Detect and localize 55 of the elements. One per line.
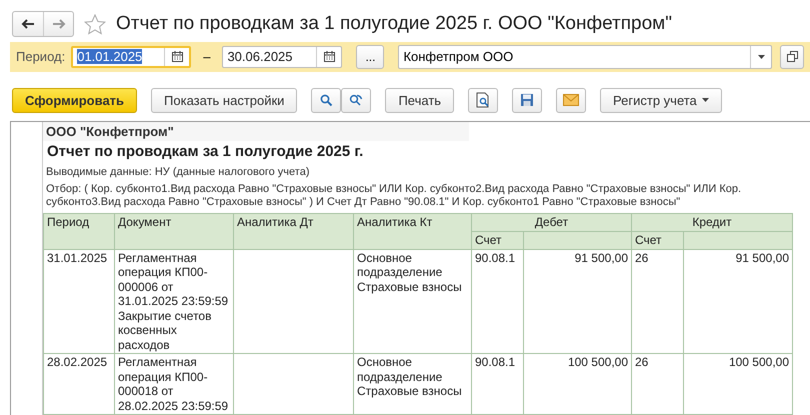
report-title: Отчет по проводкам за 1 полугодие 2025 г. — [46, 142, 364, 162]
star-icon[interactable] — [84, 14, 106, 34]
table-cell: 100 500,00 — [524, 354, 632, 414]
caret-icon — [702, 98, 709, 102]
search-refresh-icon — [349, 93, 364, 107]
column-group-header: Кредит — [632, 213, 792, 231]
right-arrow-icon — [52, 19, 66, 29]
table-cell: Основное подразделение Страховые взносы — [354, 249, 472, 354]
table-cell: 90.08.1 — [472, 249, 524, 354]
toolbar-button[interactable]: Показать настройки — [151, 88, 298, 112]
organization-heading: ООО "Конфетпром" — [43, 122, 469, 140]
calendar-icon — [172, 51, 183, 62]
window-title: Отчет по проводкам за 1 полугодие 2025 г. ООО "Конфетпром" — [116, 13, 672, 35]
date-field[interactable]: 01.01.2025 — [71, 46, 192, 68]
period-label: Период: — [16, 49, 66, 64]
column-group-header: Дебет — [472, 213, 632, 231]
table-cell: Основное подразделение Страховые взносы — [354, 354, 472, 414]
date-field[interactable]: 30.06.2025 — [222, 46, 342, 68]
column-header: Период — [44, 213, 114, 249]
left-arrow-icon — [21, 19, 35, 29]
column-header: Счет — [632, 231, 684, 249]
table-cell: 26 — [632, 249, 684, 354]
table-cell: 91 500,00 — [524, 249, 632, 354]
envelope-icon — [563, 94, 580, 106]
search-button[interactable] — [311, 88, 342, 112]
column-header: Счет — [472, 231, 524, 249]
calendar-icon — [324, 51, 335, 62]
dash-text: – — [202, 49, 212, 64]
output-data-text: Выводимые данные: НУ (данные налогового учета) — [45, 164, 310, 178]
generate-button[interactable]: Сформировать — [12, 88, 138, 112]
table-cell: Регламентная операция КП00-000006 от 31.01.2025 23:59:59 Закрытие счетов косвенных расходов — [114, 249, 234, 354]
table-cell: 28.02.2025 — [44, 354, 114, 414]
mail-button[interactable] — [556, 88, 586, 112]
period-choose-button[interactable]: ... — [356, 44, 384, 69]
table-cell: Регламентная операция КП00-000018 от 28.02.2025 23:59:59 — [114, 354, 234, 414]
column-header: Аналитика Кт — [354, 213, 472, 249]
preview-button[interactable] — [468, 88, 498, 112]
table-cell: 26 — [632, 354, 684, 414]
filter-text: Отбор: ( Кор. субконто1.Вид расхода Равно "Страховые взносы" ИЛИ Кор. субконто2.Вид расхода Равно "Страховые взносы" ИЛИ Кор. субконто3.Вид расхода Равно "Страховые взносы" ) И Счет Дт Равно "90.08.1" И Кор. субконто1 Равно "Страховые взносы" — [45, 182, 742, 208]
open-button[interactable] — [780, 44, 804, 69]
toolbar-button[interactable]: Печать — [385, 88, 454, 112]
table-cell: 31.01.2025 — [44, 249, 114, 354]
search-refresh-button[interactable] — [341, 88, 372, 112]
dropdown-caret-icon — [758, 54, 764, 59]
table-cell: 100 500,00 — [684, 354, 792, 414]
search-icon — [320, 94, 333, 106]
table-cell: 90.08.1 — [472, 354, 524, 414]
save-button[interactable] — [512, 88, 542, 112]
menu-button[interactable]: Регистр учета — [600, 88, 722, 112]
organization-field[interactable]: Конфетпром ООО — [398, 44, 772, 69]
table-cell: 91 500,00 — [684, 249, 792, 354]
column-header: Документ — [114, 213, 234, 249]
document-magnifier-icon — [476, 92, 490, 108]
column-header: Аналитика Дт — [234, 213, 354, 249]
windows-icon — [786, 51, 798, 62]
